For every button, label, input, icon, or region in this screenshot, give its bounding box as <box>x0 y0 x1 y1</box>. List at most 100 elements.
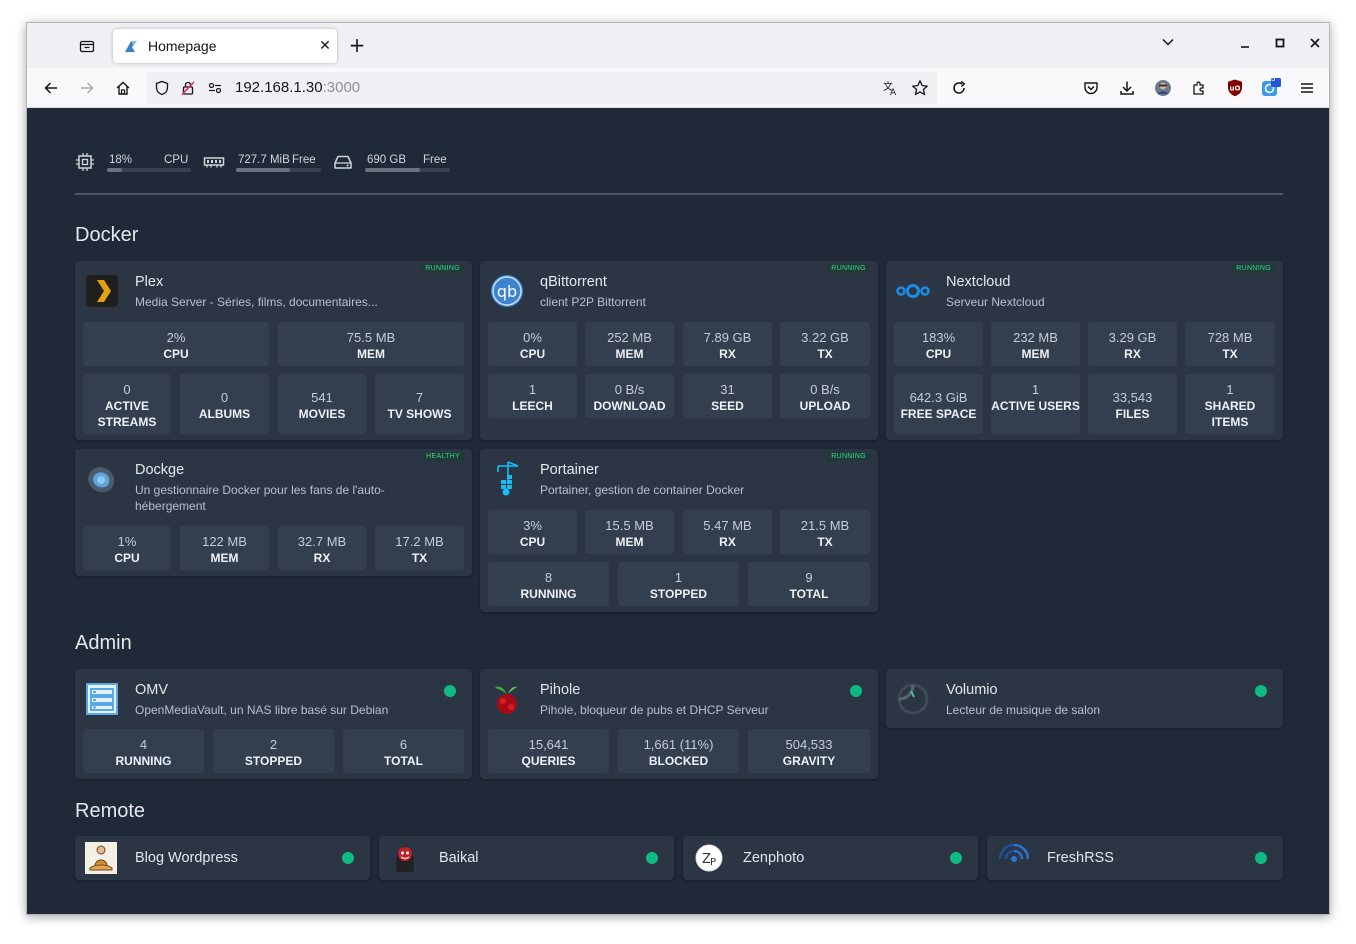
pocket-icon[interactable] <box>1077 74 1105 102</box>
close-window-icon[interactable] <box>1301 32 1329 60</box>
disk-drive-icon <box>333 152 353 172</box>
disk-resource-widget: 690 GB Free <box>333 150 457 178</box>
url-text[interactable]: 192.168.1.30:3000 <box>235 79 360 96</box>
stat-label: RX <box>719 347 736 361</box>
service-name: Plex <box>135 274 164 290</box>
memory-usage-bar <box>236 168 321 172</box>
bitwarden-extension-icon[interactable]: 5 <box>1257 74 1285 102</box>
bookmark-blog-wordpress[interactable]: Blog Wordpress <box>75 836 370 880</box>
service-card-qbittorrent[interactable]: qb qBittorrent client P2P Bittorrent RUN… <box>480 261 878 440</box>
back-icon[interactable] <box>37 74 65 102</box>
service-card-pihole[interactable]: Pihole Pihole, bloqueur de pubs et DHCP … <box>480 669 878 779</box>
service-description: OpenMediaVault, un NAS libre basé sur De… <box>135 703 389 717</box>
homepage-dashboard: 18% CPU 727.7 MiB Free 690 GB Free Docke… <box>27 108 1329 914</box>
memory-free-label: Free <box>292 154 316 166</box>
stat-value: 7.89 GB <box>703 330 752 345</box>
stat-block: 1,661 (11%) BLOCKED <box>618 729 739 773</box>
close-tab-icon[interactable]: ✕ <box>313 38 337 54</box>
stat-block: 75.5 MB MEM <box>278 322 464 366</box>
stat-value: 9 <box>805 570 813 585</box>
freshrss-logo-icon <box>997 842 1030 874</box>
account-avatar-icon[interactable] <box>1149 74 1177 102</box>
stat-block: 17.2 MB TX <box>375 526 464 570</box>
service-name: Volumio <box>946 682 998 698</box>
browser-window: Homepage ✕ + 192.168.1.30:3000 文 A uO 5 … <box>26 22 1330 915</box>
bookmark-freshrss[interactable]: FreshRSS <box>987 836 1283 880</box>
disk-usage-bar <box>365 168 450 172</box>
svg-text:P: P <box>710 857 716 868</box>
service-card-portainer[interactable]: Portainer Portainer, gestion de containe… <box>480 449 878 612</box>
stat-block: 1% CPU <box>83 526 171 570</box>
service-card-plex[interactable]: Plex Media Server - Séries, films, docum… <box>75 261 472 440</box>
status-badge: RUNNING <box>827 452 870 461</box>
stat-value: 17.2 MB <box>395 534 444 549</box>
status-dot <box>1255 852 1267 864</box>
bookmark-star-icon[interactable] <box>911 79 929 101</box>
minimize-icon[interactable] <box>1231 32 1259 60</box>
stat-value: 232 MB <box>1013 330 1058 345</box>
forward-icon[interactable] <box>73 74 101 102</box>
stat-value: 32.7 MB <box>297 534 347 549</box>
stat-label: TX <box>411 551 428 565</box>
stat-block: 0 B/s UPLOAD <box>780 374 870 418</box>
stat-label: UPLOAD <box>799 399 851 413</box>
service-card-omv[interactable]: OMV OpenMediaVault, un NAS libre basé su… <box>75 669 472 779</box>
service-card-volumio[interactable]: Volumio Lecteur de musique de salon <box>886 669 1283 728</box>
menu-hamburger-icon[interactable] <box>1293 74 1321 102</box>
reload-icon[interactable] <box>945 74 973 102</box>
stat-value: 15,641 <box>528 737 569 752</box>
downloads-icon[interactable] <box>1113 74 1141 102</box>
bookmark-name: Zenphoto <box>743 850 805 866</box>
address-bar[interactable]: 192.168.1.30:3000 文A <box>147 72 937 104</box>
stat-block: 15.5 MB MEM <box>585 510 674 554</box>
stat-label: FREE SPACE <box>900 407 977 421</box>
translate-icon[interactable]: 文A <box>882 79 900 101</box>
stat-block: 15,641 QUERIES <box>488 729 609 773</box>
service-card-dockge[interactable]: Dockge Un gestionnaire Docker pour les f… <box>75 449 472 576</box>
stat-value: 21.5 MB <box>800 518 850 533</box>
service-card-nextcloud[interactable]: Nextcloud Serveur Nextcloud RUNNING 183%… <box>886 261 1283 440</box>
status-badge: RUNNING <box>827 264 870 273</box>
shield-icon[interactable] <box>154 80 170 100</box>
portainer-logo-icon <box>488 460 526 498</box>
svg-text:qb: qb <box>497 282 517 301</box>
permissions-icon[interactable] <box>207 80 223 100</box>
list-all-tabs-icon[interactable] <box>1154 32 1182 60</box>
extensions-icon[interactable] <box>1185 74 1213 102</box>
stat-block: 6 TOTAL <box>343 729 464 773</box>
ublock-origin-icon[interactable]: uO <box>1221 74 1249 102</box>
stat-block: 122 MB MEM <box>180 526 269 570</box>
stat-block: 1 SHARED ITEMS <box>1185 374 1275 434</box>
home-icon[interactable] <box>109 74 137 102</box>
stat-value: 7 <box>415 390 424 405</box>
service-description: Serveur Nextcloud <box>946 295 1045 309</box>
stat-value: 1 <box>528 382 537 397</box>
stat-value: 183% <box>921 330 956 345</box>
tab-homepage[interactable]: Homepage ✕ <box>113 29 337 63</box>
stat-value: 75.5 MB <box>346 330 396 345</box>
new-tab-button[interactable]: + <box>343 32 371 60</box>
bookmark-baikal[interactable]: Baikal <box>379 836 674 880</box>
stat-block: 1 STOPPED <box>618 562 739 606</box>
service-description: Pihole, bloqueur de pubs et DHCP Serveur <box>540 703 769 717</box>
maximize-icon[interactable] <box>1266 32 1294 60</box>
stat-value: 5.47 MB <box>703 518 752 533</box>
stat-value: 0 <box>123 382 131 397</box>
stat-label: MEM <box>210 551 239 565</box>
stat-label: MEM <box>615 535 644 549</box>
stat-label: TOTAL <box>384 754 423 768</box>
bookmark-zenphoto[interactable]: ZP Zenphoto <box>683 836 978 880</box>
stat-label: SEED <box>711 399 744 413</box>
stat-value: 1 <box>674 570 683 585</box>
insecure-lock-icon[interactable] <box>180 80 196 100</box>
pihole-logo-icon <box>488 680 526 718</box>
disk-free-label: Free <box>423 154 447 166</box>
stat-value: 1 <box>1031 382 1040 397</box>
service-name: qBittorrent <box>540 274 607 290</box>
bookmark-name: FreshRSS <box>1047 850 1114 866</box>
status-dot <box>342 852 354 864</box>
tab-manager-icon[interactable] <box>73 32 101 60</box>
dockge-logo-icon <box>83 460 121 498</box>
navigation-bar: 192.168.1.30:3000 文A uO 5 <box>27 68 1329 108</box>
stat-label: CPU <box>163 347 189 361</box>
